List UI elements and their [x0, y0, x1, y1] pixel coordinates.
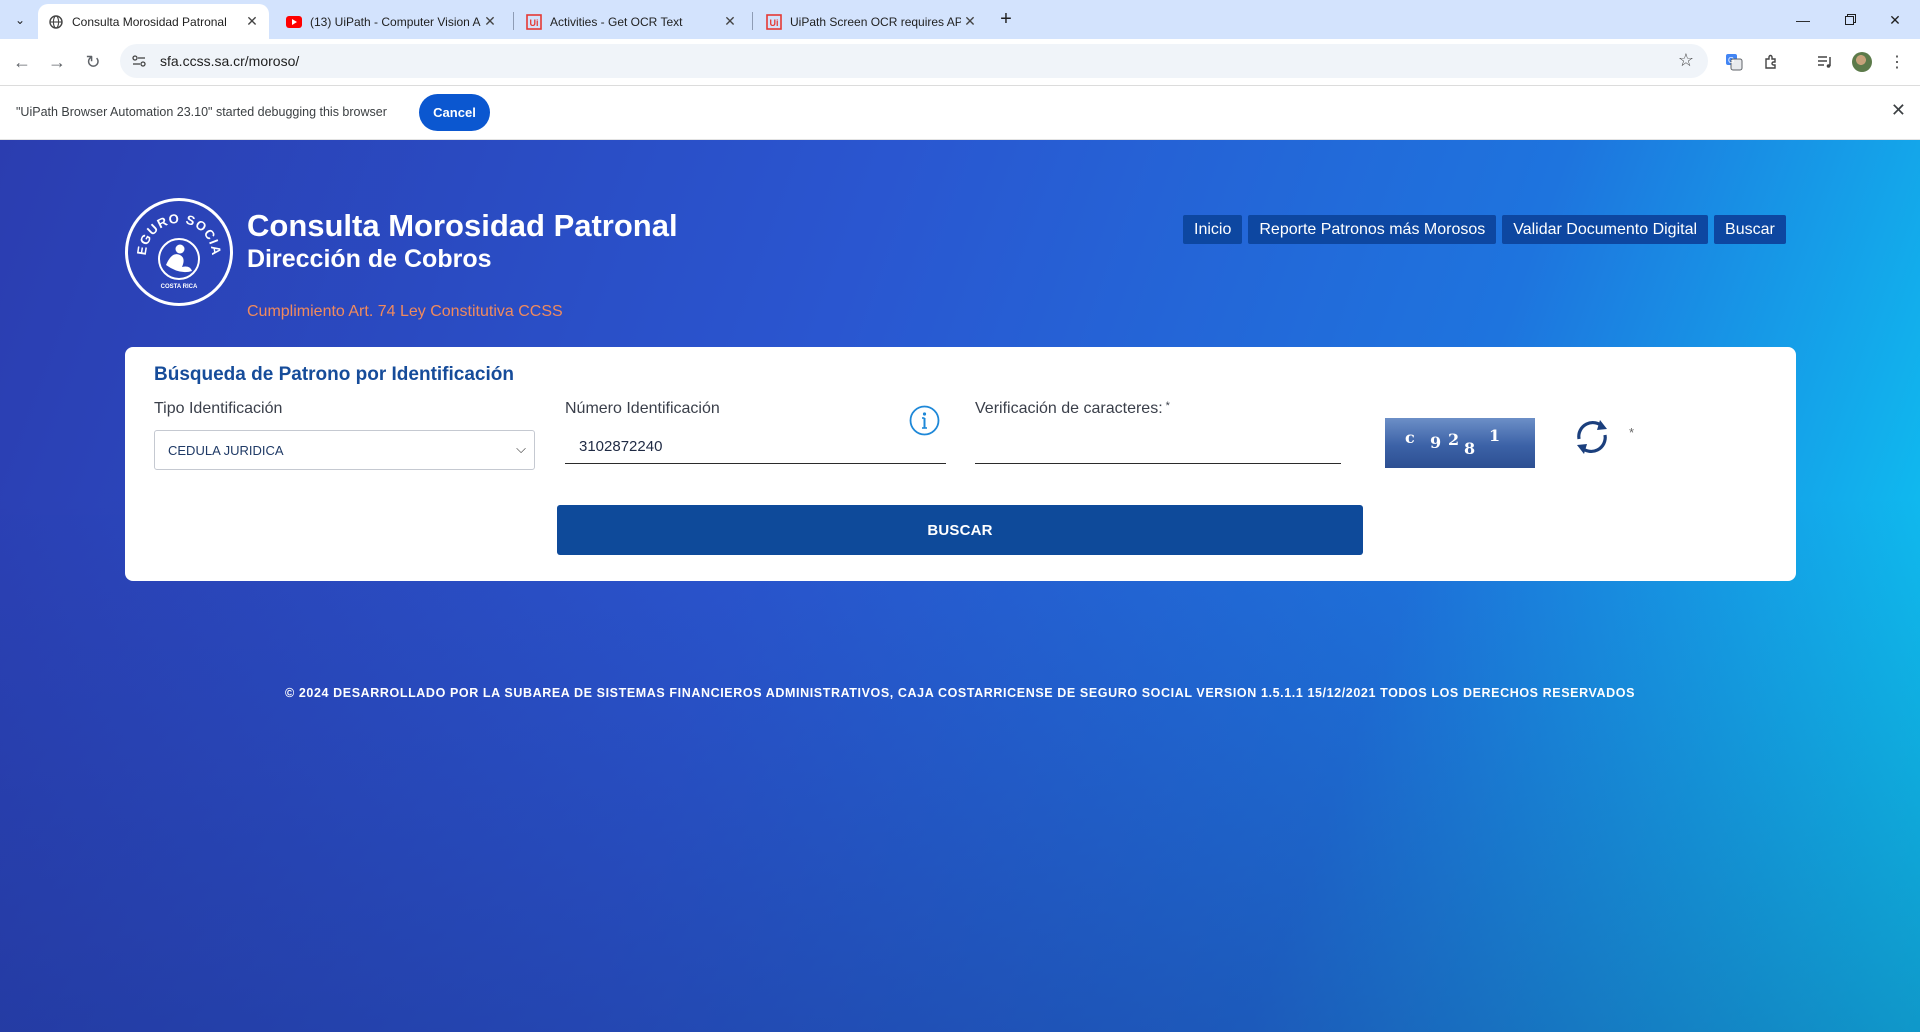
svg-text:COSTA RICA: COSTA RICA	[161, 284, 198, 290]
debug-infobar: "UiPath Browser Automation 23.10" starte…	[0, 86, 1920, 140]
chevron-down-icon: ⌄	[14, 13, 26, 27]
page-title: Consulta Morosidad Patronal	[247, 208, 678, 243]
close-tab-icon[interactable]: ✕	[961, 13, 979, 30]
back-button[interactable]: ←	[9, 49, 35, 75]
nav-inicio[interactable]: Inicio	[1183, 215, 1243, 244]
captcha-image: c 9 2 8 1	[1385, 418, 1535, 468]
restore-button[interactable]	[1838, 8, 1862, 32]
tab-title: UiPath Screen OCR requires API	[790, 14, 961, 29]
close-infobar-icon[interactable]: ✕	[1891, 100, 1906, 121]
tab-screen-ocr[interactable]: Ui UiPath Screen OCR requires API ✕	[756, 4, 987, 39]
close-tab-icon[interactable]: ✕	[721, 13, 739, 30]
youtube-icon	[286, 14, 302, 30]
captcha-char: 9	[1430, 433, 1442, 452]
captcha-char: c	[1405, 428, 1415, 447]
url-text: sfa.ccss.sa.cr/moroso/	[160, 53, 300, 69]
nav-buscar[interactable]: Buscar	[1714, 215, 1786, 244]
cancel-debugging-button[interactable]: Cancel	[419, 94, 490, 131]
tab-strip: ⌄ Consulta Morosidad Patronal ✕ (13) UiP…	[0, 0, 1920, 39]
verificacion-input[interactable]	[975, 430, 1341, 464]
reload-button[interactable]: ↻	[80, 49, 106, 75]
tipo-identificacion-value: CEDULA JURIDICA	[168, 442, 284, 458]
tab-get-ocr-text[interactable]: Ui Activities - Get OCR Text ✕	[516, 4, 747, 39]
tab-separator	[752, 12, 753, 30]
page-tagline: Cumplimiento Art. 74 Ley Constitutiva CC…	[247, 303, 563, 320]
verificacion-label-text: Verificación de caracteres:	[975, 400, 1163, 417]
search-card-title: Búsqueda de Patrono por Identificación	[154, 364, 514, 385]
extensions-icon[interactable]	[1759, 50, 1783, 74]
address-bar[interactable]: sfa.ccss.sa.cr/moroso/ ☆	[120, 44, 1708, 78]
info-icon[interactable]	[909, 405, 940, 436]
numero-identificacion-label: Número Identificación	[565, 400, 720, 417]
tab-separator	[513, 12, 514, 30]
browser-toolbar: ← → ↻ sfa.ccss.sa.cr/moroso/ ☆ G ⋮	[0, 39, 1920, 86]
close-window-button[interactable]: ✕	[1883, 8, 1907, 32]
page-content: SEGURO SOCIAL COSTA RICA Consulta Morosi…	[0, 140, 1920, 1032]
uipath-icon: Ui	[766, 13, 782, 30]
close-tab-icon[interactable]: ✕	[243, 13, 261, 30]
page-subtitle: Dirección de Cobros	[247, 245, 492, 273]
refresh-captcha-icon[interactable]	[1570, 415, 1614, 459]
ccss-logo: SEGURO SOCIAL COSTA RICA	[123, 189, 233, 306]
minimize-button[interactable]: —	[1791, 8, 1815, 32]
menu-kebab-icon[interactable]: ⋮	[1885, 50, 1909, 74]
captcha-char: 2	[1448, 430, 1460, 449]
chevron-down-icon: ⌵	[516, 441, 526, 456]
nav-validar-documento[interactable]: Validar Documento Digital	[1502, 215, 1709, 244]
tab-title: (13) UiPath - Computer Vision A	[310, 14, 481, 29]
forward-button[interactable]: →	[44, 49, 70, 75]
translate-icon[interactable]: G	[1722, 50, 1746, 74]
site-settings-icon[interactable]	[132, 53, 148, 69]
tipo-identificacion-select[interactable]: CEDULA JURIDICA ⌵	[154, 430, 535, 470]
profile-avatar[interactable]	[1850, 50, 1874, 74]
svg-text:Ui: Ui	[770, 18, 779, 28]
tab-uipath-youtube[interactable]: (13) UiPath - Computer Vision A ✕	[276, 4, 507, 39]
bookmark-star-icon[interactable]: ☆	[1678, 50, 1694, 71]
svg-text:Ui: Ui	[530, 18, 539, 28]
tipo-identificacion-label: Tipo Identificación	[154, 400, 283, 417]
tab-title: Activities - Get OCR Text	[550, 14, 683, 29]
nav-reporte-morosos[interactable]: Reporte Patronos más Morosos	[1248, 215, 1497, 244]
svg-text:G: G	[1728, 56, 1734, 65]
required-mark: *	[1165, 400, 1170, 412]
tab-title: Consulta Morosidad Patronal	[72, 14, 227, 29]
top-navigation: Inicio Reporte Patronos más Morosos Vali…	[1183, 215, 1786, 244]
captcha-char: 8	[1464, 439, 1476, 458]
verificacion-label: Verificación de caracteres: *	[975, 400, 1170, 418]
search-card: Búsqueda de Patrono por Identificación T…	[125, 347, 1796, 581]
globe-icon	[48, 14, 64, 30]
tab-search-button[interactable]: ⌄	[8, 8, 32, 32]
uipath-icon: Ui	[526, 13, 542, 30]
captcha-required-mark: *	[1629, 425, 1635, 440]
new-tab-button[interactable]: +	[994, 8, 1018, 32]
buscar-button[interactable]: BUSCAR	[557, 505, 1363, 555]
media-controls-icon[interactable]	[1813, 50, 1837, 74]
captcha-char: 1	[1489, 426, 1501, 445]
numero-identificacion-input[interactable]: 3102872240	[565, 430, 946, 464]
infobar-message: "UiPath Browser Automation 23.10" starte…	[16, 105, 387, 119]
tab-consulta-morosidad[interactable]: Consulta Morosidad Patronal ✕	[38, 4, 269, 39]
page-footer: © 2024 DESARROLLADO POR LA SUBAREA DE SI…	[284, 686, 1636, 700]
close-tab-icon[interactable]: ✕	[481, 13, 499, 30]
